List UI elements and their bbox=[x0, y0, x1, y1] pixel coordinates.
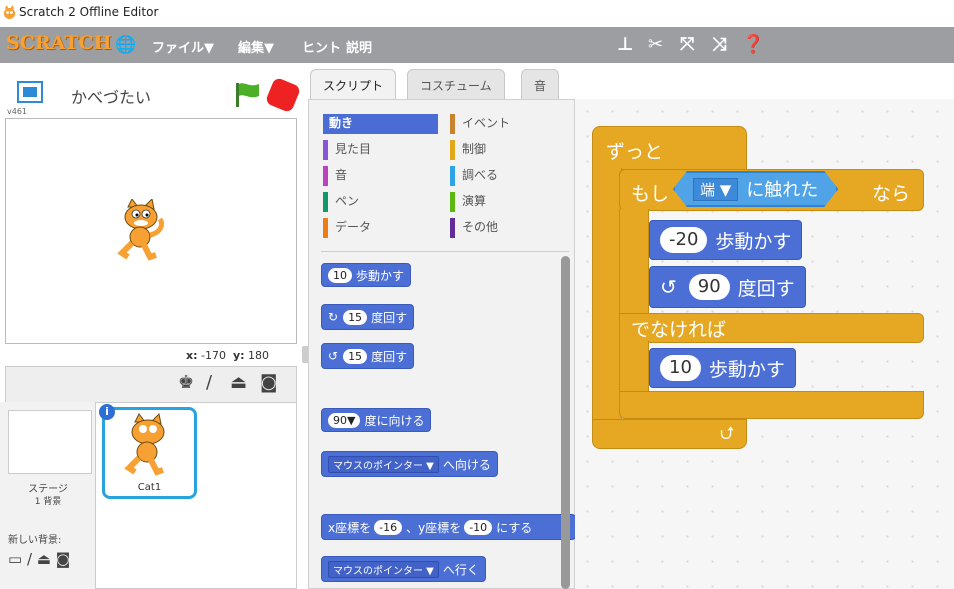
stage-canvas[interactable] bbox=[5, 118, 297, 344]
menu-bar: SCRATCH 🌐 ファイル▼ 編集▼ ヒント 説明 ⊥ ✂ ⤧ ⤨ ❓ bbox=[0, 27, 954, 63]
category-color-swatch bbox=[450, 166, 455, 186]
tab-costumes[interactable]: コスチューム bbox=[407, 69, 505, 99]
cat-sprite[interactable] bbox=[114, 199, 170, 261]
x-coord: -170 bbox=[201, 349, 226, 362]
category-color-swatch bbox=[323, 166, 328, 186]
rotate-left-icon: ↺ bbox=[660, 275, 677, 299]
rotate-right-icon: ↻ bbox=[328, 310, 339, 324]
mouse-coordinates: x: -170 y: 180 bbox=[0, 344, 312, 366]
help-icon[interactable]: ❓ bbox=[742, 34, 764, 55]
stage-label: ステージ bbox=[28, 484, 68, 495]
category-color-swatch bbox=[450, 192, 455, 212]
y-coord: 180 bbox=[248, 349, 270, 362]
project-name[interactable]: かべづたい bbox=[71, 84, 151, 108]
if-block-arm bbox=[619, 209, 649, 317]
sprite-pane-header: ♚ / ⏏ ◙ bbox=[5, 366, 297, 402]
delete-scissors-icon[interactable]: ✂ bbox=[648, 34, 663, 55]
scratch-logo[interactable]: SCRATCH bbox=[6, 32, 112, 54]
category-動き[interactable]: 動き bbox=[323, 114, 438, 134]
shrink-icon[interactable]: ⤨ bbox=[712, 34, 726, 55]
palette-divider bbox=[321, 251, 569, 252]
category-color-swatch bbox=[323, 192, 328, 212]
new-backdrop-icons[interactable]: ▭ / ⏏ ◙ bbox=[8, 550, 70, 568]
touching-condition[interactable]: 端 ▼ に触れた bbox=[673, 171, 838, 207]
category-データ[interactable]: データ bbox=[323, 218, 371, 238]
category-調べる[interactable]: 調べる bbox=[450, 166, 498, 186]
category-音[interactable]: 音 bbox=[323, 166, 347, 186]
menu-edit[interactable]: 編集▼ bbox=[238, 37, 274, 56]
window-title: Scratch 2 Offline Editor bbox=[19, 5, 159, 19]
if-block-bottom bbox=[619, 391, 924, 419]
new-backdrop-label: 新しい背景: bbox=[8, 535, 62, 546]
palette-point-direction-block[interactable]: 90▼ 度に向ける bbox=[321, 408, 432, 432]
sprite-name: Cat1 bbox=[137, 482, 162, 493]
upload-sprite-icon[interactable]: ⏏ bbox=[230, 372, 247, 393]
palette-scrollbar[interactable] bbox=[561, 256, 570, 589]
editor-tabs: スクリプト コスチューム 音 bbox=[303, 63, 954, 100]
category-color-swatch bbox=[323, 218, 328, 238]
script-area[interactable]: ずっと ⮍ もし 端 ▼ に触れた なら -20 歩動かす ↺ 90 度回す でなけれ… bbox=[575, 99, 954, 589]
stage-column[interactable]: ステージ 1 背景 新しい背景: ▭ / ⏏ ◙ bbox=[0, 402, 96, 589]
cat-thumbnail bbox=[124, 412, 165, 476]
forever-block-arm bbox=[592, 168, 622, 421]
script-turn-block[interactable]: ↺ 90 度回す bbox=[649, 266, 806, 308]
category-color-swatch bbox=[450, 140, 455, 160]
info-icon[interactable]: i bbox=[99, 404, 115, 420]
tab-sounds[interactable]: 音 bbox=[521, 69, 560, 99]
loop-arrow-icon: ⮍ bbox=[720, 423, 735, 444]
else-label: でなければ bbox=[631, 319, 727, 341]
scratch-cat-icon bbox=[3, 5, 16, 20]
version-label: v461 bbox=[7, 107, 28, 116]
palette-turn-right-block[interactable]: ↻ 15 度回す bbox=[321, 304, 415, 330]
green-flag-icon[interactable] bbox=[233, 81, 263, 109]
category-制御[interactable]: 制御 bbox=[450, 140, 486, 160]
edge-dropdown[interactable]: 端 ▼ bbox=[693, 178, 738, 201]
stage-thumbnail[interactable] bbox=[8, 410, 92, 474]
menu-about[interactable]: 説明 bbox=[346, 37, 372, 56]
menu-hint[interactable]: ヒント bbox=[302, 37, 341, 56]
category-演算[interactable]: 演算 bbox=[450, 192, 486, 212]
forever-label: ずっと bbox=[606, 141, 664, 163]
script-move-block-1[interactable]: -20 歩動かす bbox=[649, 220, 803, 260]
category-ペン[interactable]: ペン bbox=[323, 192, 359, 212]
stop-sign-icon[interactable] bbox=[264, 76, 302, 114]
script-move-block-2[interactable]: 10 歩動かす bbox=[649, 348, 796, 388]
category-イベント[interactable]: イベント bbox=[450, 114, 510, 134]
sprite-tile-cat1[interactable]: i Cat1 bbox=[99, 404, 197, 499]
palette-goto-xy-block[interactable]: x座標を -16 、y座標を -10 にする bbox=[321, 514, 576, 540]
category-その他[interactable]: その他 bbox=[450, 218, 498, 238]
category-見た目[interactable]: 見た目 bbox=[323, 140, 371, 160]
palette-point-towards-block[interactable]: マウスのポインター ▼ へ向ける bbox=[321, 451, 498, 477]
presentation-mode-icon[interactable] bbox=[17, 81, 43, 103]
else-block-arm bbox=[619, 341, 649, 393]
language-globe-icon[interactable]: 🌐 bbox=[115, 35, 136, 55]
backdrop-count: 1 背景 bbox=[34, 497, 62, 507]
choose-sprite-library-icon[interactable]: ♚ bbox=[178, 372, 194, 393]
palette-goto-block[interactable]: マウスのポインター ▼ へ行く bbox=[321, 556, 486, 582]
grow-icon[interactable]: ⤧ bbox=[680, 34, 694, 55]
rotate-left-icon: ↺ bbox=[328, 349, 339, 363]
duplicate-stamp-icon[interactable]: ⊥ bbox=[617, 34, 633, 55]
category-color-swatch bbox=[323, 140, 328, 160]
category-color-swatch bbox=[450, 114, 455, 134]
palette-move-block[interactable]: 10 歩動かす bbox=[321, 263, 412, 287]
menu-file[interactable]: ファイル▼ bbox=[152, 37, 214, 56]
paint-new-sprite-icon[interactable]: / bbox=[206, 372, 212, 393]
camera-sprite-icon[interactable]: ◙ bbox=[260, 372, 277, 393]
window-titlebar: Scratch 2 Offline Editor bbox=[0, 0, 954, 27]
category-color-swatch bbox=[450, 218, 455, 238]
block-palette: 動き 見た目音ペン データ イベント 制御 調べる 演算 その他 10 歩動かす ↻ 15 度回す … bbox=[308, 99, 576, 589]
stage-header: v461 かべづたい bbox=[0, 63, 303, 118]
tab-scripts[interactable]: スクリプト bbox=[310, 69, 397, 100]
then-label: なら bbox=[872, 183, 911, 205]
palette-turn-left-block[interactable]: ↺ 15 度回す bbox=[321, 343, 415, 369]
if-label: もし bbox=[631, 183, 670, 205]
